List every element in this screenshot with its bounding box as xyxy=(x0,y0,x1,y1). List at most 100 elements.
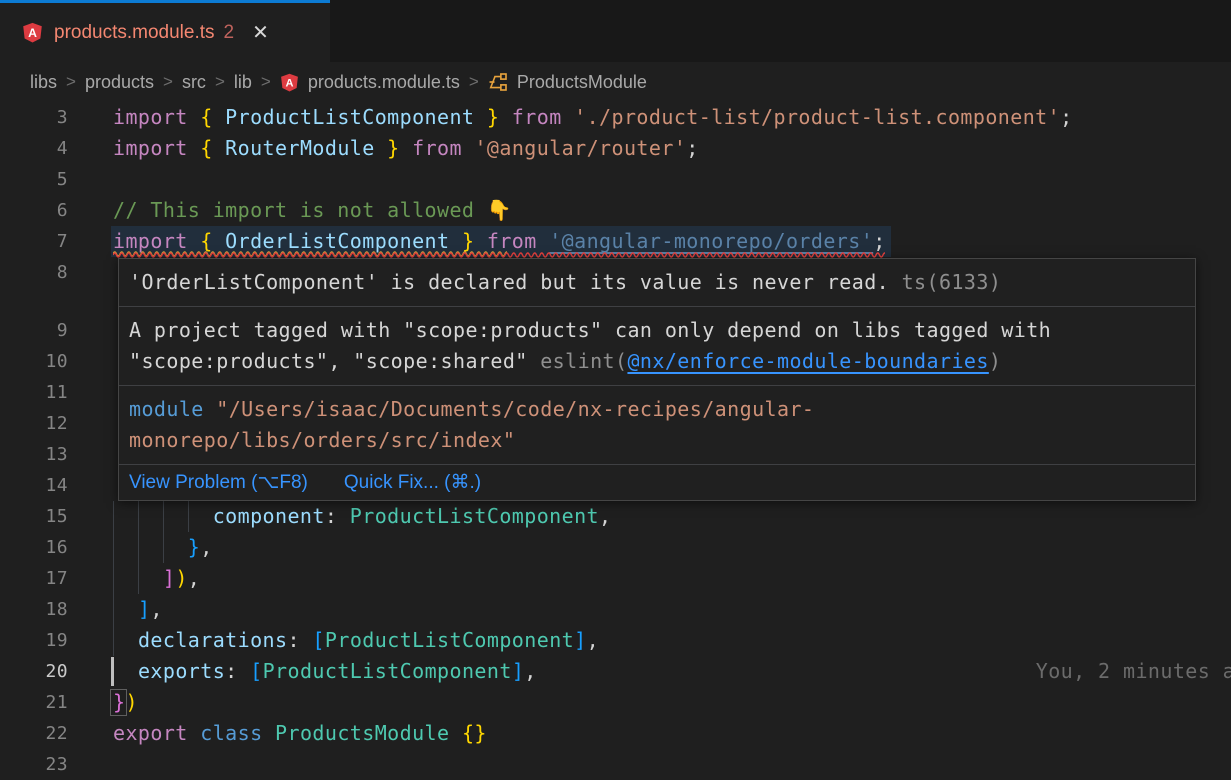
token: ProductListComponent xyxy=(325,628,574,652)
token: [ xyxy=(250,659,262,683)
token: ) xyxy=(125,690,137,714)
line-content: // This import is not allowed 👇 xyxy=(113,195,1231,226)
close-icon[interactable]: ✕ xyxy=(252,23,269,43)
token: , xyxy=(150,597,162,621)
token xyxy=(449,721,461,745)
diagnostic-message: 'OrderListComponent' is declared but its… xyxy=(129,270,889,294)
line-number: 5 xyxy=(0,164,68,195)
breadcrumb-item-products[interactable]: products xyxy=(85,72,154,93)
line-number: 7 xyxy=(0,226,68,257)
line-number: 22 xyxy=(0,718,68,749)
token: ] xyxy=(574,628,586,652)
code-line-23[interactable]: 23 xyxy=(0,749,1231,780)
token: , xyxy=(599,504,611,528)
token: { xyxy=(200,136,225,160)
token: '@angular/router' xyxy=(474,136,686,160)
token: : xyxy=(325,504,350,528)
line-number: 3 xyxy=(0,102,68,133)
token: declarations xyxy=(138,628,288,652)
breadcrumb-symbol[interactable]: ProductsModule xyxy=(517,72,647,93)
token: class xyxy=(200,721,275,745)
token: ProductListComponent xyxy=(263,659,512,683)
code-line-19[interactable]: 19 declarations: [ProductListComponent], xyxy=(0,625,1231,656)
line-number: 11 xyxy=(0,377,68,408)
token: } xyxy=(474,105,499,129)
token: ; xyxy=(1060,105,1072,129)
line-number: 8 xyxy=(0,257,68,288)
code-line-22[interactable]: 22 export class ProductsModule {} xyxy=(0,718,1231,749)
eslint-source-open: eslint( xyxy=(540,349,627,373)
code-line-17[interactable]: 17 ]), xyxy=(0,563,1231,594)
line-content xyxy=(113,164,1231,195)
code-line-6[interactable]: 6 // This import is not allowed 👇 xyxy=(0,195,1231,226)
line-content: export class ProductsModule {} xyxy=(113,718,1231,749)
code-line-21[interactable]: 21}) xyxy=(0,687,1231,718)
line-number: 16 xyxy=(0,532,68,563)
line-number: 12 xyxy=(0,408,68,439)
line-content: component: ProductListComponent, xyxy=(113,501,1231,532)
token: , xyxy=(200,535,212,559)
code-line-18[interactable]: 18 ], xyxy=(0,594,1231,625)
token: ) xyxy=(175,566,187,590)
line-content: ]), xyxy=(113,563,1231,594)
line-content: declarations: [ProductListComponent], xyxy=(113,625,1231,656)
token xyxy=(113,597,138,621)
token: exports xyxy=(138,659,225,683)
breadcrumb-item-libs[interactable]: libs xyxy=(30,72,57,93)
line-number: 15 xyxy=(0,501,68,532)
token: ProductListComponent xyxy=(225,105,474,129)
breadcrumb: libs > products > src > lib > A products… xyxy=(0,62,1231,102)
hover-ts-diagnostic: 'OrderListComponent' is declared but its… xyxy=(119,259,1195,306)
line-number: 9 xyxy=(0,315,68,346)
token: from xyxy=(400,136,475,160)
token xyxy=(113,504,213,528)
chevron-right-icon: > xyxy=(469,72,479,92)
view-problem-button[interactable]: View Problem (⌥F8) xyxy=(129,467,308,498)
tab-bar: A products.module.ts 2 ✕ xyxy=(0,0,1231,62)
token: component xyxy=(213,504,325,528)
line-number: 18 xyxy=(0,594,68,625)
line-content: exports: [ProductListComponent],You, 2 m… xyxy=(113,656,1231,687)
line-content: import { ProductListComponent } from './… xyxy=(113,102,1231,133)
eslint-message-line1: A project tagged with "scope:products" c… xyxy=(129,318,1051,342)
code-line-7[interactable]: 7import { OrderListComponent } from '@an… xyxy=(0,226,1231,257)
code-line-4[interactable]: 4import { RouterModule } from '@angular/… xyxy=(0,133,1231,164)
code-line-5[interactable]: 5 xyxy=(0,164,1231,195)
code-line-3[interactable]: 3 import { ProductListComponent } from '.… xyxy=(0,102,1231,133)
token: './product-list/product-list.component' xyxy=(574,105,1060,129)
line-number: 23 xyxy=(0,749,68,780)
token: } xyxy=(188,535,200,559)
token: } xyxy=(113,690,125,714)
breadcrumb-item-src[interactable]: src xyxy=(182,72,206,93)
text-cursor xyxy=(111,657,114,686)
tab-problem-badge: 2 xyxy=(224,22,235,44)
diagnostic-source: ts(6133) xyxy=(889,270,1001,294)
breadcrumb-item-lib[interactable]: lib xyxy=(234,72,252,93)
tab-products-module[interactable]: A products.module.ts 2 ✕ xyxy=(0,0,330,62)
code-line-20[interactable]: 20 exports: [ProductListComponent],You, … xyxy=(0,656,1231,687)
diagnostic-hover-popup: 'OrderListComponent' is declared but its… xyxy=(118,258,1196,501)
symbol-class-icon xyxy=(488,72,508,92)
git-blame-annotation: You, 2 minutes ago • Fix Angular monorep… xyxy=(1036,659,1231,683)
token: export xyxy=(113,721,200,745)
breadcrumb-file[interactable]: products.module.ts xyxy=(308,72,460,93)
token: import xyxy=(113,136,200,160)
token: , xyxy=(188,566,200,590)
line-number: 6 xyxy=(0,195,68,226)
hover-eslint-diagnostic: A project tagged with "scope:products" c… xyxy=(119,306,1195,385)
token: '@angular-monorepo/orders' xyxy=(549,229,873,253)
quick-fix-button[interactable]: Quick Fix... (⌘.) xyxy=(344,467,481,498)
token: from xyxy=(499,105,574,129)
code-line-15[interactable]: 15 component: ProductListComponent, xyxy=(0,501,1231,532)
eslint-rule-link[interactable]: @nx/enforce-module-boundaries xyxy=(627,349,988,373)
svg-text:A: A xyxy=(28,26,37,40)
svg-text:A: A xyxy=(285,77,293,89)
angular-icon: A xyxy=(22,22,43,43)
code-line-16[interactable]: 16 }, xyxy=(0,532,1231,563)
line-number: 13 xyxy=(0,439,68,470)
token: : xyxy=(225,659,250,683)
token: OrderListComponent xyxy=(225,229,449,253)
token: } xyxy=(449,229,474,253)
token: {} xyxy=(462,721,487,745)
line-number: 14 xyxy=(0,470,68,501)
